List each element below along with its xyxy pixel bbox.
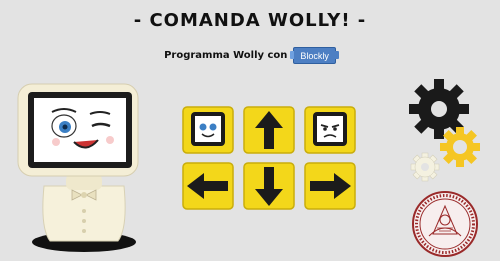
arrow-left-button[interactable] <box>182 162 234 210</box>
robot-left-pupil-dot <box>62 124 68 130</box>
yellow-gear-icon <box>440 127 480 167</box>
robot-button-3 <box>82 229 86 233</box>
face-happy-button[interactable] <box>182 106 234 154</box>
arrow-up-button[interactable] <box>243 106 295 154</box>
subtitle-text: Programma Wolly con <box>164 50 288 61</box>
robot-screen <box>34 98 126 162</box>
robot-button-2 <box>82 219 86 223</box>
university-seal-logo <box>412 191 478 257</box>
robot-bowtie-knot <box>81 192 87 198</box>
arrow-down-button[interactable] <box>243 162 295 210</box>
white-gear-icon <box>410 152 440 182</box>
robot-cheek-right <box>106 136 114 144</box>
wolly-robot-illustration <box>17 83 139 252</box>
robot-cheek-left <box>52 138 60 146</box>
face-sad-button[interactable] <box>304 106 356 154</box>
page-title: - COMANDA WOLLY! - <box>133 10 367 31</box>
blockly-button[interactable]: Blockly <box>290 47 339 64</box>
happy-face-icon <box>191 112 225 146</box>
subtitle-row: Programma Wolly con Blockly <box>0 47 500 64</box>
gears-illustration <box>409 79 480 182</box>
sad-face-icon <box>313 112 347 146</box>
robot-button-1 <box>82 209 86 213</box>
arrow-right-button[interactable] <box>304 162 356 210</box>
page: - COMANDA WOLLY! - Programma Wolly con B… <box>0 0 500 261</box>
